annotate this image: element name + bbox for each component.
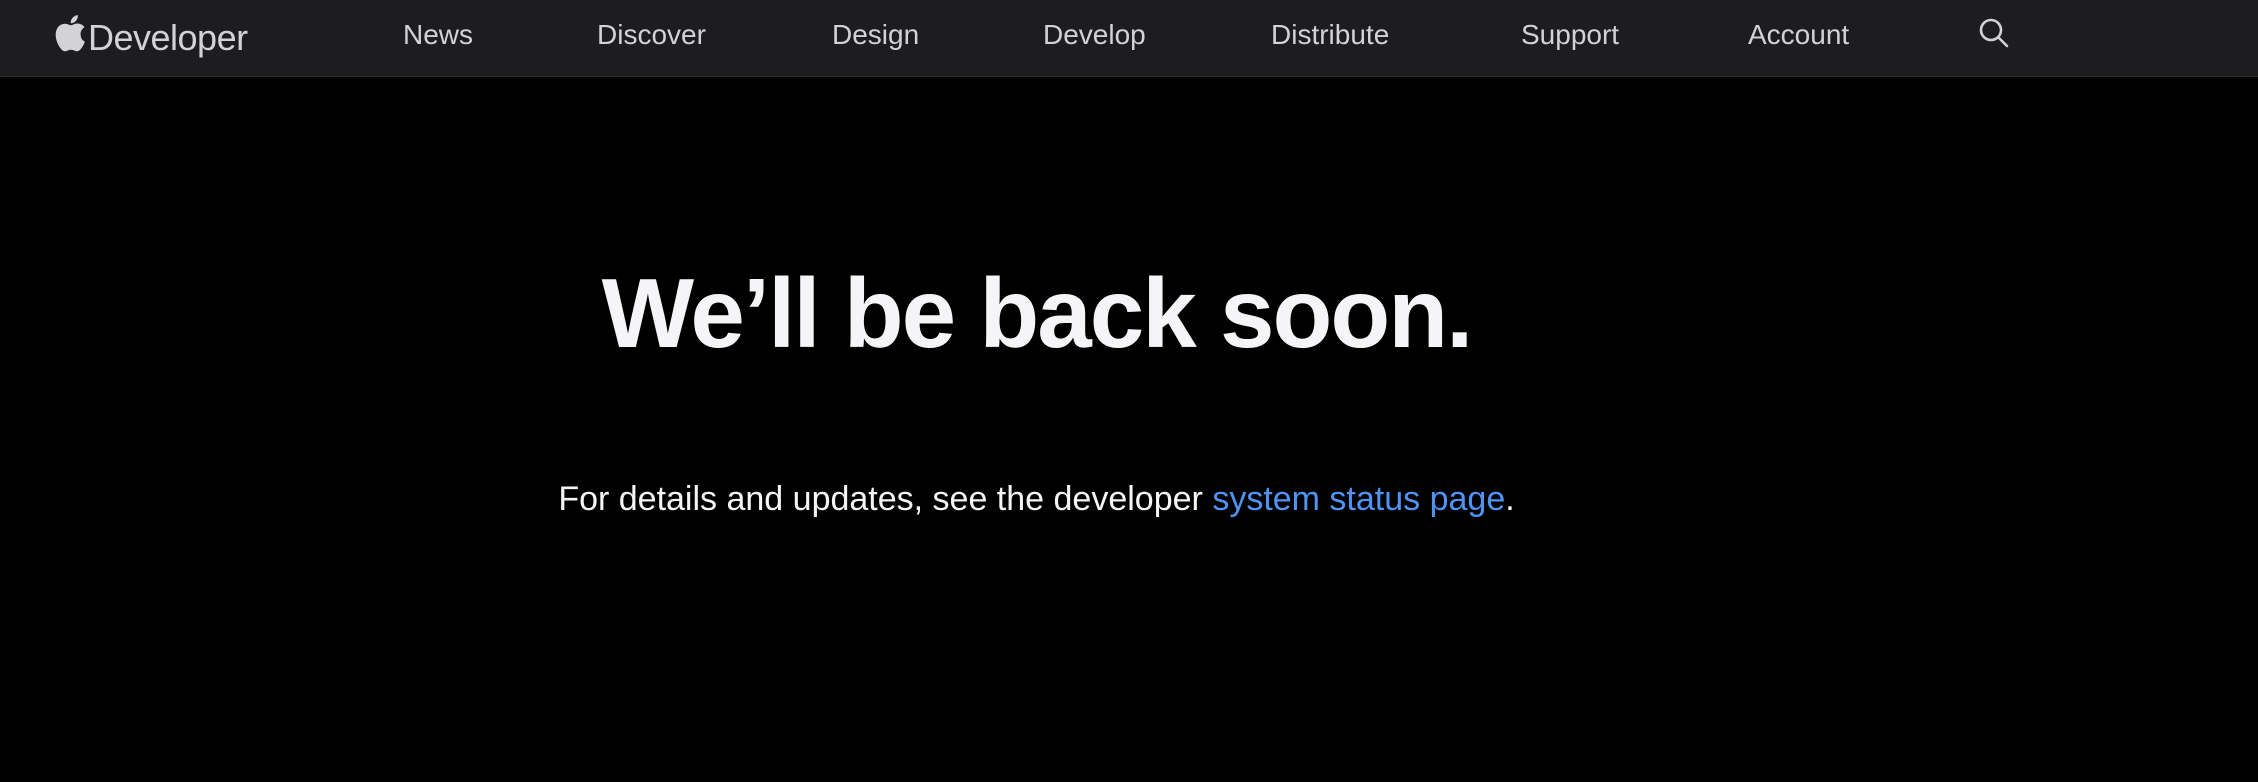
nav-item-design[interactable]: Design <box>832 0 919 70</box>
status-message: For details and updates, see the develop… <box>0 474 2073 524</box>
apple-logo-icon <box>55 14 85 51</box>
brand-title: Developer <box>88 16 248 58</box>
search-button[interactable] <box>1978 17 2012 51</box>
nav-item-account[interactable]: Account <box>1748 0 1849 70</box>
status-message-text: For details and updates, see the develop… <box>558 480 1213 518</box>
global-nav: Developer News Discover Design Develop D… <box>0 0 2258 77</box>
nav-item-distribute[interactable]: Distribute <box>1271 0 1389 70</box>
nav-item-support[interactable]: Support <box>1521 0 1619 70</box>
nav-item-news[interactable]: News <box>403 0 473 70</box>
search-icon <box>1979 18 2009 48</box>
developer-home-link[interactable]: Developer <box>54 0 248 77</box>
nav-item-develop[interactable]: Develop <box>1043 0 1146 70</box>
system-status-link[interactable]: system status page <box>1212 480 1505 518</box>
page-title: We’ll be back soon. <box>601 258 1474 368</box>
nav-item-discover[interactable]: Discover <box>597 0 706 70</box>
status-message-period: . <box>1505 480 1515 518</box>
